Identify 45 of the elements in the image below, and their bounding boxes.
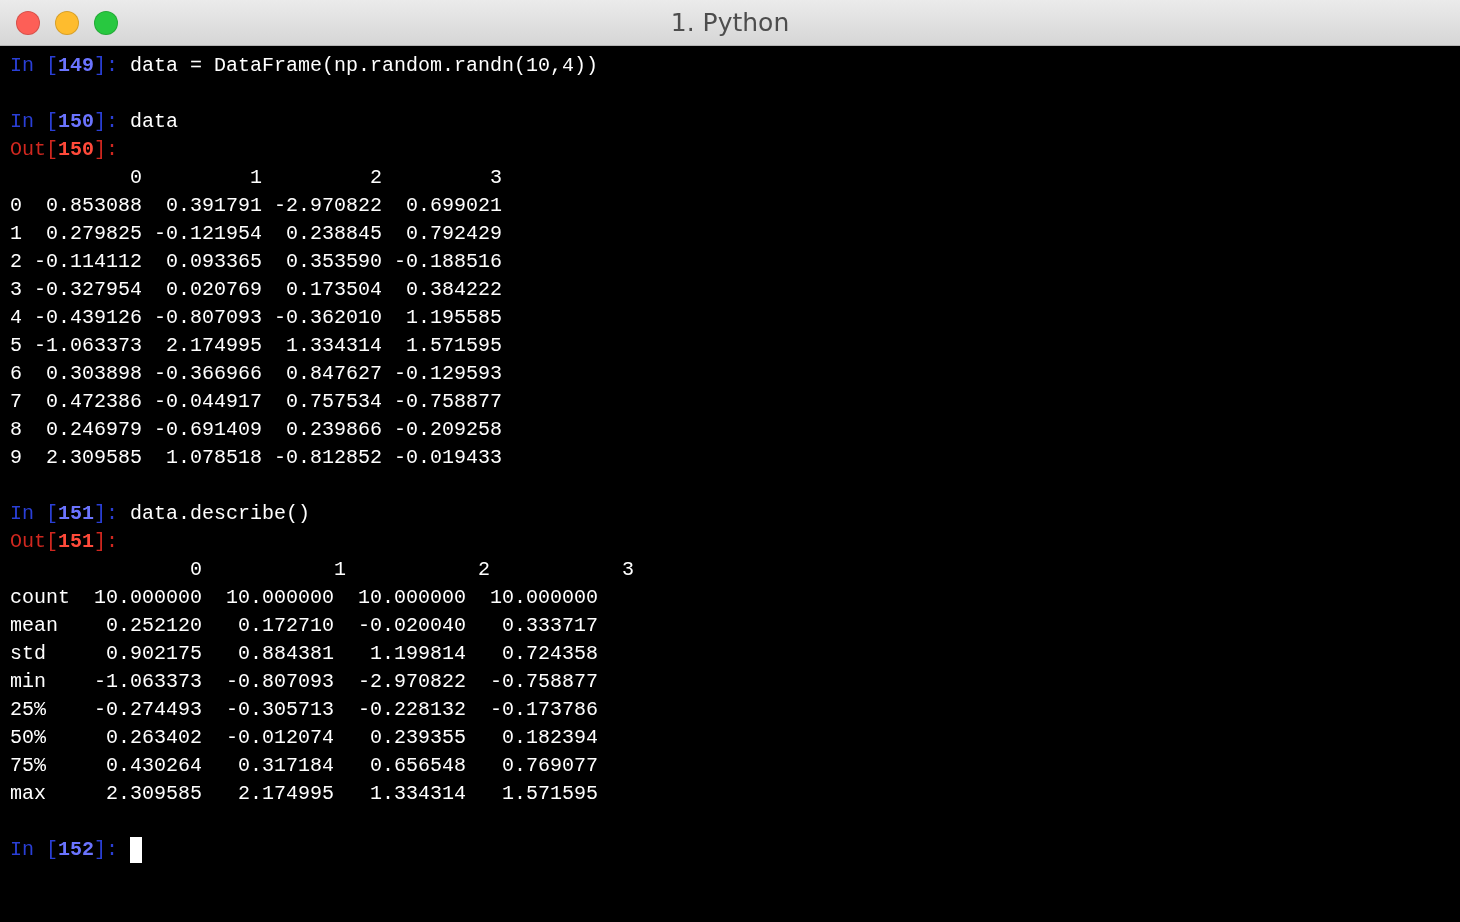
- output-text: min -1.063373 -0.807093 -2.970822 -0.758877: [10, 669, 599, 695]
- prompt-label: In [: [10, 109, 58, 135]
- prompt-label: ]:: [94, 501, 120, 527]
- prompt-number: 150: [58, 137, 95, 163]
- close-button[interactable]: [16, 10, 40, 35]
- output-text: count 10.000000 10.000000 10.000000 10.000000: [10, 585, 599, 611]
- code-text: data.describe(): [130, 501, 311, 527]
- prompt-number: 150: [58, 109, 95, 135]
- output-text: 8 0.246979 -0.691409 0.239866 -0.209258: [10, 417, 503, 443]
- minimize-button[interactable]: [55, 10, 79, 35]
- prompt-number: 151: [58, 501, 95, 527]
- output-text: mean 0.252120 0.172710 -0.020040 0.333717: [10, 613, 599, 639]
- prompt-label: ]:: [94, 529, 119, 555]
- output-text: 5 -1.063373 2.174995 1.334314 1.571595: [10, 333, 503, 359]
- prompt-label: In [: [10, 53, 58, 79]
- prompt-number: 149: [58, 53, 95, 79]
- prompt-label: ]:: [94, 109, 120, 135]
- output-text: 6 0.303898 -0.366966 0.847627 -0.129593: [10, 361, 503, 387]
- output-text: max 2.309585 2.174995 1.334314 1.571595: [10, 781, 599, 807]
- prompt-label: In [: [10, 501, 58, 527]
- output-text: 25% -0.274493 -0.305713 -0.228132 -0.173786: [10, 697, 599, 723]
- prompt-label: Out[: [10, 529, 58, 555]
- output-text: 50% 0.263402 -0.012074 0.239355 0.182394: [10, 725, 599, 751]
- prompt-label: ]:: [94, 53, 120, 79]
- output-text: 0 0.853088 0.391791 -2.970822 0.699021: [10, 193, 503, 219]
- prompt-number: 152: [58, 837, 95, 863]
- output-text: 2 -0.114112 0.093365 0.353590 -0.188516: [10, 249, 503, 275]
- output-text: 1 0.279825 -0.121954 0.238845 0.792429: [10, 221, 503, 247]
- prompt-label: ]:: [94, 837, 120, 863]
- output-text: 0 1 2 3: [189, 557, 635, 583]
- output-text: 9 2.309585 1.078518 -0.812852 -0.019433: [10, 445, 503, 471]
- window-title: 1. Python: [670, 8, 790, 37]
- prompt-number: 151: [58, 529, 95, 555]
- output-text: 7 0.472386 -0.044917 0.757534 -0.758877: [10, 389, 503, 415]
- code-text: data: [130, 109, 179, 135]
- prompt-label: ]:: [94, 137, 119, 163]
- output-text: 75% 0.430264 0.317184 0.656548 0.769077: [10, 753, 599, 779]
- prompt-label: Out[: [10, 137, 58, 163]
- output-text: 0 1 2 3: [129, 165, 503, 191]
- zoom-button[interactable]: [94, 10, 118, 35]
- output-text: 3 -0.327954 0.020769 0.173504 0.384222: [10, 277, 503, 303]
- code-text: data = DataFrame(np.random.randn(10,4)): [130, 53, 599, 79]
- output-text: std 0.902175 0.884381 1.199814 0.724358: [10, 641, 599, 667]
- prompt-label: In [: [10, 837, 58, 863]
- output-text: 4 -0.439126 -0.807093 -0.362010 1.195585: [10, 305, 503, 331]
